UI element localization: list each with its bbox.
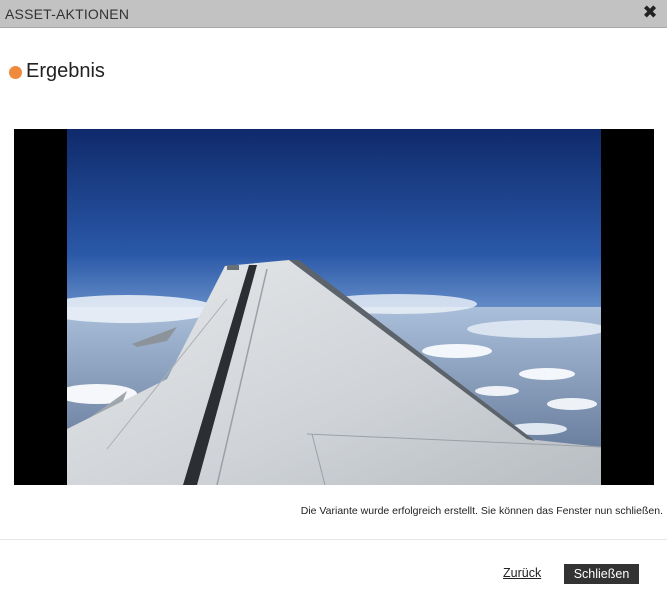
back-link[interactable]: Zurück: [503, 566, 541, 580]
status-dot-icon: [9, 66, 22, 79]
close-icon[interactable]: ✖: [641, 3, 659, 23]
close-button[interactable]: Schließen: [564, 564, 639, 584]
footer-divider: [0, 539, 667, 540]
airplane-wing-photo: [67, 129, 601, 485]
dialog-title: ASSET-AKTIONEN: [5, 6, 130, 22]
section-title: Ergebnis: [26, 60, 105, 82]
status-message: Die Variante wurde erfolgreich erstellt.…: [300, 505, 663, 517]
dialog-title-bar: ASSET-AKTIONEN ✖: [0, 0, 667, 28]
image-preview: [14, 129, 654, 485]
